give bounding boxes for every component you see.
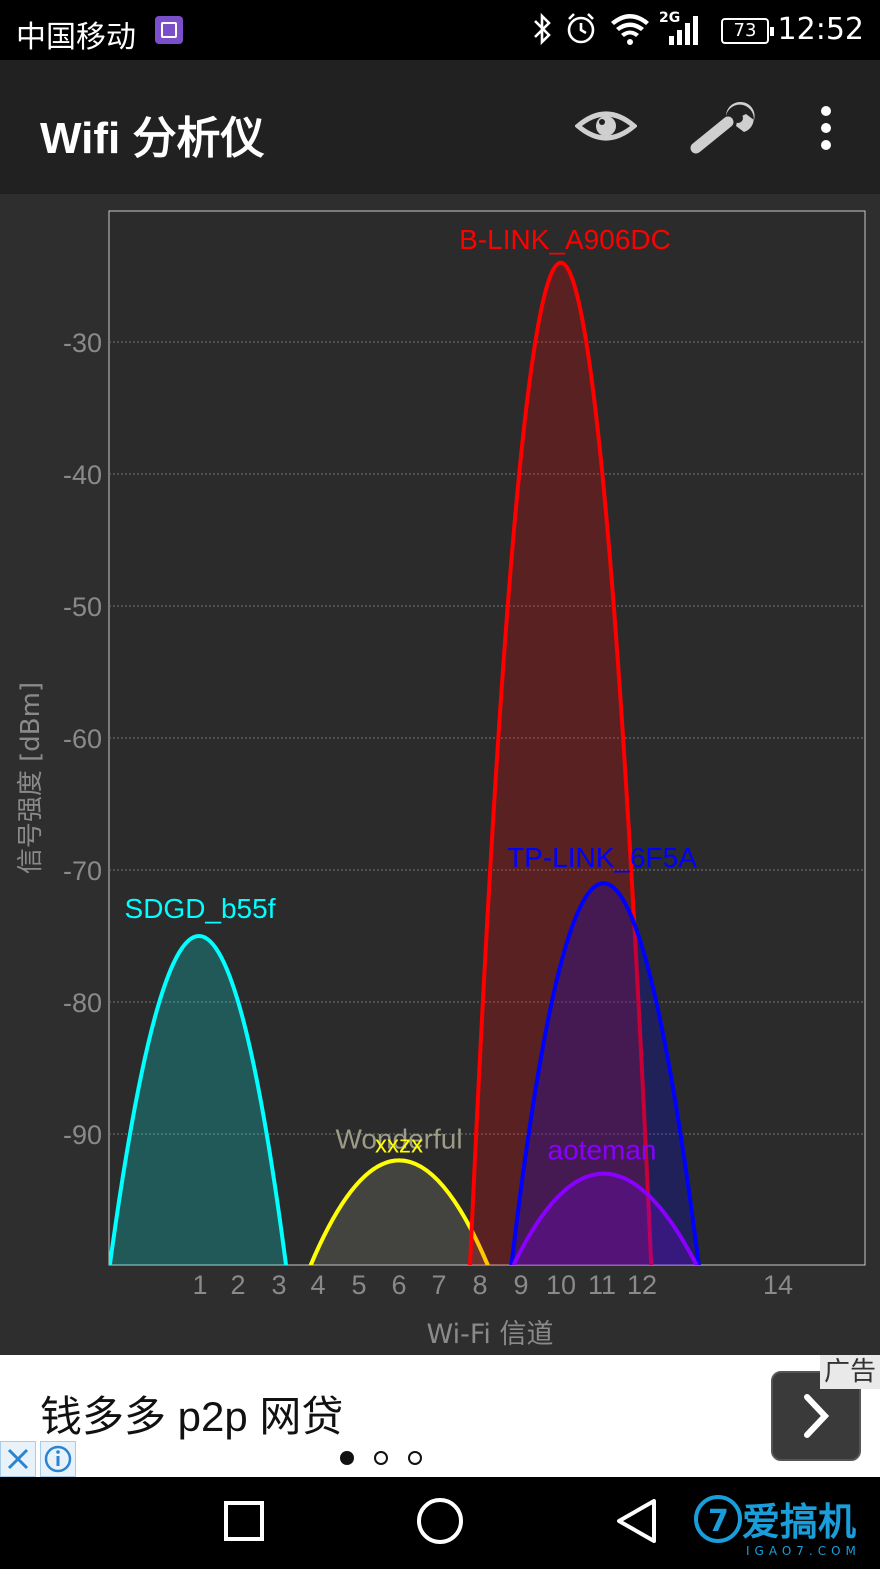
watermark-logo: 7 爱搞机 IGAO7.COM	[694, 1495, 861, 1558]
pager-dot[interactable]	[374, 1451, 388, 1465]
x-tick-label: 3	[271, 1270, 286, 1300]
x-tick-label: 12	[627, 1270, 657, 1300]
ssid-label: B-LINK_A906DC	[459, 224, 671, 255]
svg-text:7: 7	[708, 1504, 729, 1539]
battery-icon: 73	[721, 18, 774, 44]
pager-dot[interactable]	[408, 1451, 422, 1465]
ssid-label: xxzx	[375, 1131, 423, 1158]
x-axis-label: Wi-Fi 信道	[426, 1319, 554, 1350]
y-tick-label: -50	[63, 592, 102, 622]
x-tick-label: 10	[546, 1270, 576, 1300]
ad-pager	[336, 1447, 436, 1469]
y-axis-label: 信号强度 [dBm]	[16, 681, 46, 875]
y-tick-label: -80	[63, 988, 102, 1018]
app-title: Wifi 分析仪	[40, 114, 265, 163]
carrier-name: 中国移动	[16, 20, 136, 55]
ad-info-button[interactable]	[40, 1441, 76, 1477]
back-icon[interactable]	[617, 1499, 656, 1543]
y-tick-label: -70	[63, 856, 102, 886]
battery-level: 73	[733, 20, 757, 41]
y-tick-label: -40	[63, 460, 102, 490]
nav-buttons: 7 爱搞机 IGAO7.COM	[224, 1495, 861, 1558]
status-bar: 中国移动 2G 73 12:52	[0, 0, 880, 60]
bluetooth-icon	[534, 12, 551, 46]
x-tick-label: 4	[310, 1270, 325, 1300]
home-icon[interactable]	[417, 1498, 463, 1544]
y-tick-label: -60	[63, 724, 102, 754]
ssid-label: SDGD_b55f	[125, 893, 276, 924]
x-tick-label: 5	[351, 1270, 366, 1300]
x-tick-label: 1	[192, 1270, 207, 1300]
ad-close-button[interactable]	[0, 1441, 36, 1477]
app-toolbar: Wifi 分析仪	[0, 60, 880, 194]
info-icon	[44, 1445, 72, 1473]
recent-apps-icon[interactable]	[224, 1501, 264, 1541]
pager-dot[interactable]	[340, 1451, 354, 1465]
x-tick-label: 9	[513, 1270, 528, 1300]
close-icon	[7, 1448, 29, 1470]
x-tick-label: 14	[763, 1270, 793, 1300]
watermark-sub: IGAO7.COM	[746, 1544, 861, 1558]
status-icons: 2G	[534, 10, 698, 46]
ad-banner[interactable]: 钱多多 p2p 网贷 广告	[0, 1355, 880, 1477]
ad-badge: 广告	[820, 1355, 880, 1389]
wifi-icon	[611, 14, 649, 45]
y-tick-label: -30	[63, 328, 102, 358]
wrench-icon[interactable]	[688, 96, 760, 156]
network-type: 2G	[659, 10, 680, 26]
ssid-label: aoteman	[548, 1135, 657, 1166]
watermark-text: 爱搞机	[742, 1500, 856, 1544]
alarm-icon	[567, 13, 595, 44]
gallery-icon	[155, 16, 183, 44]
x-tick-label: 8	[472, 1270, 487, 1300]
x-tick-label: 7	[431, 1270, 446, 1300]
x-tick-label: 2	[230, 1270, 245, 1300]
eye-icon[interactable]	[575, 104, 637, 148]
y-tick-label: -90	[63, 1120, 102, 1150]
x-tick-label: 11	[588, 1270, 616, 1300]
clock: 12:52	[777, 12, 864, 47]
ad-text[interactable]: 钱多多 p2p 网贷	[40, 1383, 343, 1444]
navigation-bar: 7 爱搞机 IGAO7.COM	[0, 1477, 880, 1565]
more-vert-icon[interactable]	[806, 104, 846, 154]
channel-graph: -30-40-50-60-70-80-901 2 3 4 5 6 7 8 9 10 11 12 14SD…	[63, 210, 866, 1300]
ssid-label: TP-LINK_6F5A	[507, 842, 697, 873]
x-tick-label: 6	[391, 1270, 406, 1300]
